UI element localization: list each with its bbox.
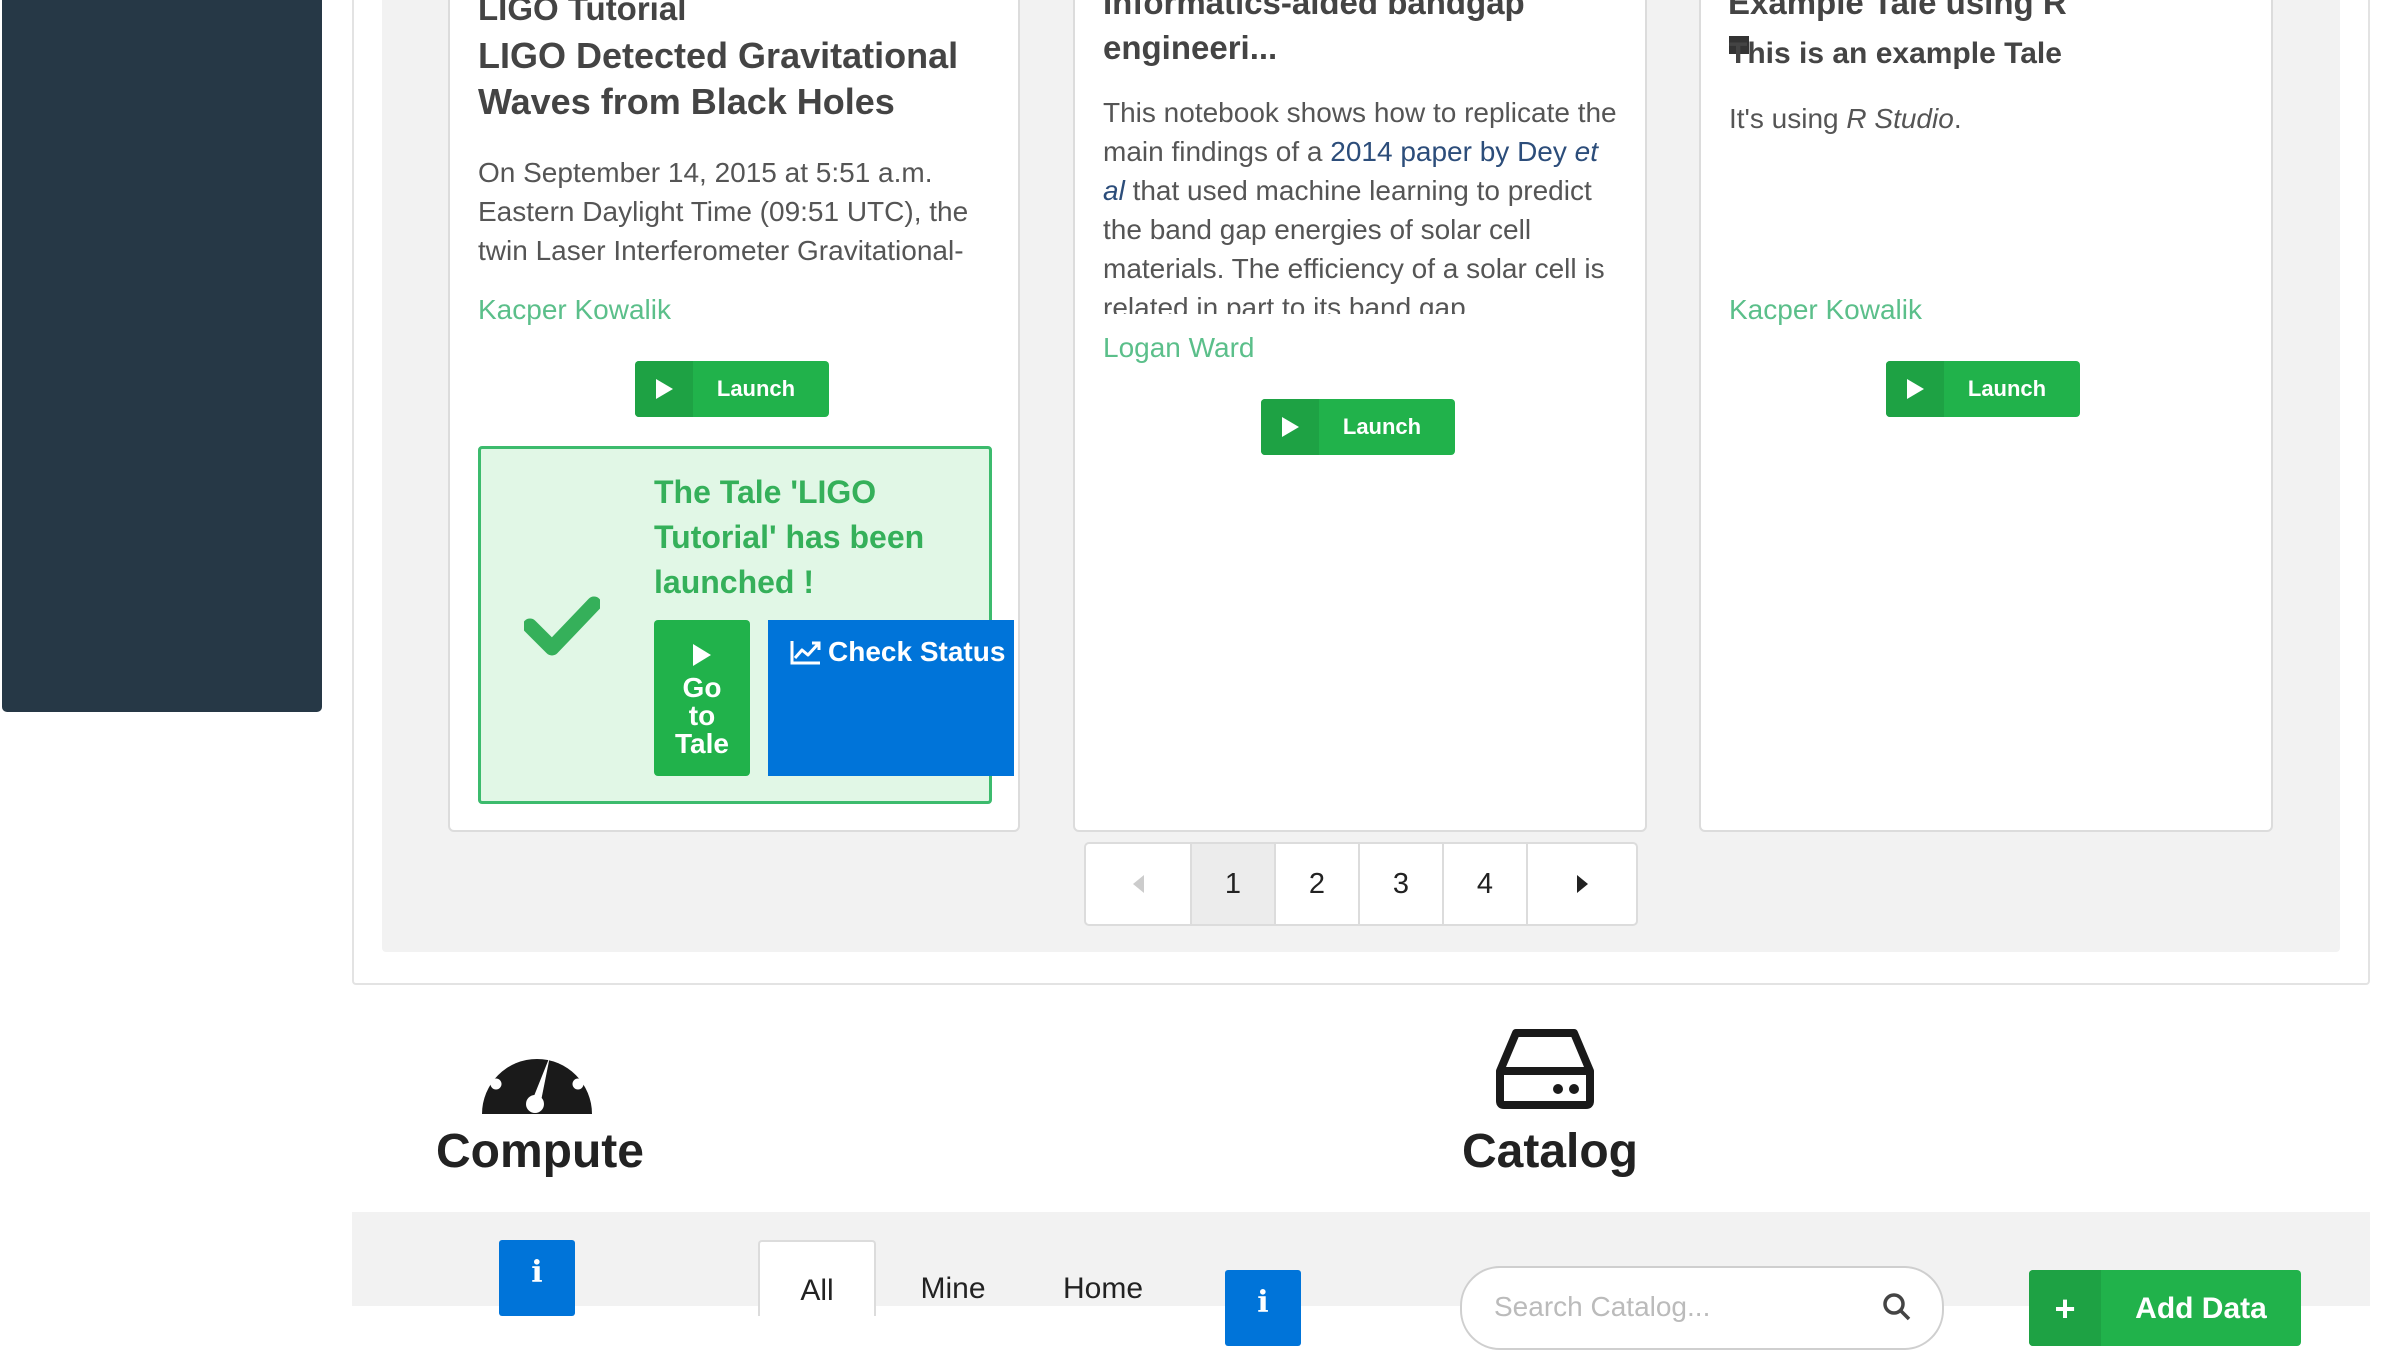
catalog-search [1460, 1266, 1944, 1350]
pagination-page-4[interactable]: 4 [1444, 844, 1528, 924]
play-icon [654, 644, 750, 666]
chart-line-icon [790, 641, 821, 665]
tale-card-author[interactable]: Kacper Kowalik [1729, 292, 1922, 328]
catalog-info-button[interactable]: i [1225, 1270, 1301, 1346]
compute-info-button[interactable]: i [499, 1240, 575, 1316]
tale-card-description: This notebook shows how to replicate the… [1103, 97, 1617, 314]
dashboard-gauge-icon [482, 1038, 592, 1114]
add-data-button[interactable]: + Add Data [2029, 1270, 2301, 1346]
tale-card-subtitle: LIGO Tutorial [478, 0, 687, 27]
tale-card-description: It's using R Studio. [1729, 103, 1962, 134]
tale-card-title: LIGO Detected Gravitational Waves from B… [478, 35, 959, 122]
pagination-page-3[interactable]: 3 [1360, 844, 1444, 924]
plus-icon: + [2029, 1270, 2101, 1346]
pagination-page-1[interactable]: 1 [1192, 844, 1276, 924]
pagination: 1 2 3 4 [1084, 842, 1638, 926]
hard-drive-icon [1496, 1029, 1594, 1109]
tab-home[interactable]: Home [1048, 1240, 1158, 1316]
tale-card-title: Example Tale using R [1728, 0, 2067, 21]
pagination-next[interactable] [1528, 844, 1636, 924]
checkmark-icon [524, 596, 600, 656]
go-to-tale-button[interactable]: Go to Tale [654, 620, 750, 776]
catalog-heading: Catalog [1461, 1125, 1638, 1178]
search-input[interactable] [1492, 1290, 1876, 1324]
tale-card-author[interactable]: Logan Ward [1103, 330, 1255, 366]
search-icon[interactable] [1882, 1292, 1912, 1322]
play-icon [1886, 361, 1944, 417]
tab-all[interactable]: All [758, 1240, 876, 1316]
tab-mine[interactable]: Mine [898, 1240, 1008, 1316]
compute-heading: Compute [436, 1125, 644, 1178]
tale-card-description: On September 14, 2015 at 5:51 a.m. Easte… [478, 157, 969, 266]
pagination-prev[interactable] [1086, 844, 1192, 924]
sidebar-panel [2, 0, 322, 712]
pagination-page-2[interactable]: 2 [1276, 844, 1360, 924]
launch-button[interactable]: Launch [1886, 361, 2080, 417]
launch-success-text: The Tale 'LIGO Tutorial' has been launch… [654, 474, 925, 600]
caret-right-icon [1576, 875, 1588, 893]
play-icon [1261, 399, 1319, 455]
launch-button[interactable]: Launch [635, 361, 829, 417]
tale-card-title: Informatics-aided bandgap engineeri... [1103, 0, 1525, 66]
play-icon [635, 361, 693, 417]
launch-button[interactable]: Launch [1261, 399, 1455, 455]
tale-card-subtitle: This is an example Tale [1729, 37, 2062, 70]
tale-card-author[interactable]: Kacper Kowalik [478, 292, 671, 328]
check-status-button[interactable]: Check Status [768, 620, 1014, 776]
caret-left-icon [1132, 875, 1144, 893]
